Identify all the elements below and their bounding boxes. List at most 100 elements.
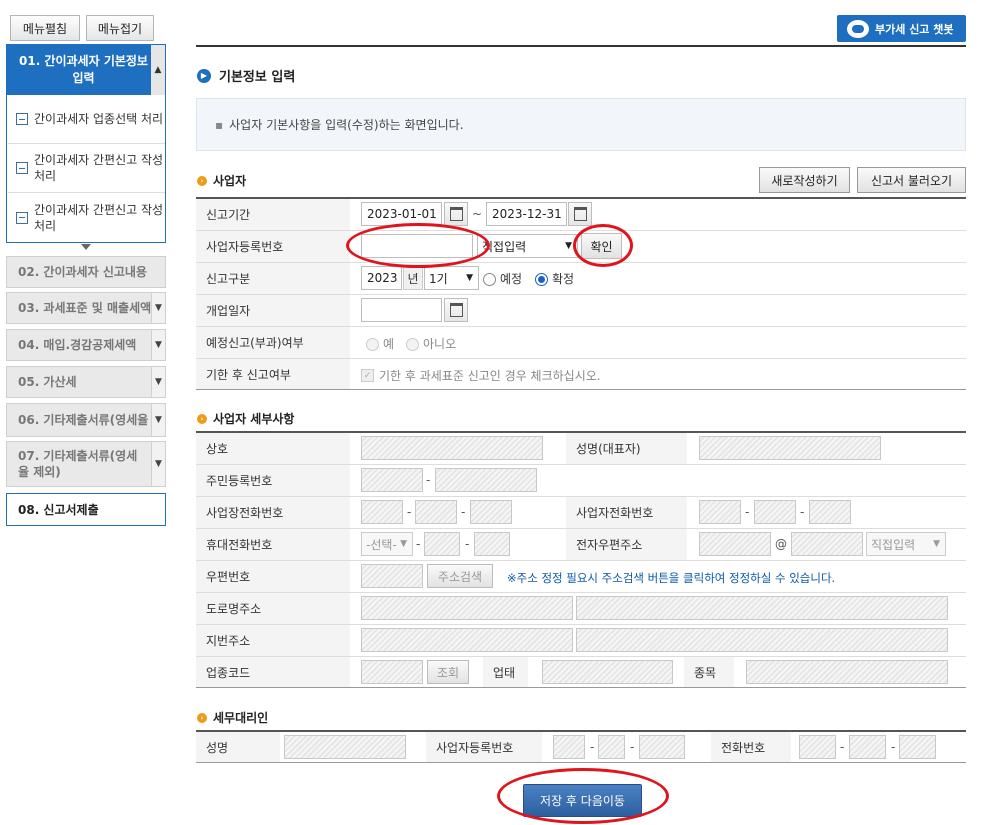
sidebar-subitem-3[interactable]: 간이과세자 간편신고 작성 처리	[8, 193, 165, 242]
sidebar-subitem-2[interactable]: 간이과세자 간편신고 작성 처리	[8, 144, 165, 193]
trade-name-input	[361, 436, 543, 460]
chevron-down-icon[interactable]: ▼	[151, 367, 165, 397]
sidebar-item-label: 04. 매입.경감공제세액	[18, 338, 137, 352]
label-trade-name: 상호	[196, 433, 350, 464]
label-industry-code: 업종코드	[196, 657, 350, 687]
agent-phone-2	[849, 735, 886, 759]
chevron-down-icon[interactable]: ▼	[151, 442, 165, 486]
minus-icon	[16, 113, 28, 125]
sidebar-item-label: 05. 가산세	[18, 375, 77, 389]
agent-regno-3	[639, 735, 685, 759]
chevron-down-icon: ▼	[933, 539, 940, 549]
rrn-front-input	[361, 468, 423, 492]
dash: -	[461, 505, 466, 519]
mobile-2	[424, 532, 460, 556]
zip-input	[361, 564, 423, 588]
label-period: 신고기간	[196, 199, 350, 230]
dash: -	[800, 505, 805, 519]
radio-no: 아니오	[406, 335, 456, 352]
dash: -	[416, 537, 421, 551]
radio-final[interactable]: 확정	[535, 270, 574, 287]
section-bullet-icon: ›	[197, 712, 207, 723]
row-rrn: 주민등록번호	[196, 465, 966, 497]
dash: -	[590, 740, 595, 754]
calendar-icon[interactable]	[568, 202, 592, 226]
period-end-input[interactable]: 2023-12-31	[486, 202, 567, 226]
period-tilde: ~	[472, 207, 483, 221]
biz-phone-2	[415, 500, 457, 524]
chatbot-button[interactable]: 부가세 신고 챗봇	[837, 15, 966, 42]
label-zip: 우편번호	[196, 561, 350, 592]
mobile-carrier-select: -선택- ▼	[361, 532, 413, 556]
term-select[interactable]: 1기 ▼	[424, 266, 479, 290]
email-at: @	[775, 537, 787, 551]
label-report-type: 신고구분	[196, 263, 350, 294]
calendar-icon[interactable]	[444, 298, 468, 322]
sidebar-item-06[interactable]: 06. 기타제출서류(영세율 ▼	[6, 403, 166, 437]
notice-box: ▪ 사업자 기본사항을 입력(수정)하는 화면입니다.	[196, 98, 966, 151]
sidebar-subitem-1[interactable]: 간이과세자 업종선택 처리	[8, 95, 165, 144]
radio-prelim[interactable]: 예정	[483, 270, 522, 287]
business-type-input	[542, 660, 673, 684]
label-item: 종목	[684, 657, 734, 687]
label-business-type: 업태	[483, 657, 528, 687]
sidebar-item-01[interactable]: 01. 간이과세자 기본정보입력 ▲	[7, 45, 165, 95]
label-late: 기한 후 신고여부	[196, 359, 350, 389]
radio-icon[interactable]	[483, 273, 496, 286]
notice-text: 사업자 기본사항을 입력(수정)하는 화면입니다.	[229, 118, 464, 132]
label-email: 전자우편주소	[566, 529, 687, 560]
menu-collapse-button[interactable]: 메뉴접기	[86, 15, 154, 41]
agent-phone-3	[899, 735, 936, 759]
late-checkbox-label: 기한 후 과세표준 신고인 경우 체크하십시오.	[379, 369, 601, 383]
label-rrn: 주민등록번호	[196, 465, 350, 496]
row-prelim: 예정신고(부과)여부	[196, 327, 966, 359]
sidebar-item-05[interactable]: 05. 가산세 ▼	[6, 366, 166, 398]
calendar-icon[interactable]	[444, 202, 468, 226]
chevron-down-icon: ▼	[466, 273, 473, 283]
chevron-down-icon: ▼	[565, 241, 572, 251]
load-return-button[interactable]: 신고서 불러오기	[857, 167, 966, 193]
label-agent-name: 성명	[196, 732, 280, 762]
sidebar-item-02[interactable]: 02. 간이과세자 신고내용	[6, 256, 166, 288]
radio-icon[interactable]	[535, 273, 548, 286]
sidebar-item-07[interactable]: 07. 기타제출서류(영세율 제외) ▼	[6, 441, 166, 487]
section-business-title: › 사업자	[197, 172, 246, 189]
email-domain-select: 직접입력 ▼	[866, 532, 946, 556]
dash: -	[840, 740, 845, 754]
mobile-3	[474, 532, 510, 556]
agent-phone-1	[799, 735, 836, 759]
sidebar-item-08[interactable]: 08. 신고서제출	[6, 493, 166, 526]
chevron-down-icon[interactable]: ▼	[151, 404, 165, 436]
sidebar-item-label: 02. 간이과세자 신고내용	[18, 265, 147, 279]
road-addr-2	[576, 596, 948, 620]
chevron-down-icon: ▼	[400, 539, 407, 549]
chevron-down-icon[interactable]: ▼	[151, 330, 165, 360]
year-input[interactable]: 2023	[361, 266, 402, 290]
sidebar-item-04[interactable]: 04. 매입.경감공제세액 ▼	[6, 329, 166, 361]
radio-yes: 예	[366, 335, 394, 352]
new-write-button[interactable]: 새로작성하기	[759, 167, 850, 193]
radio-final-label: 확정	[552, 272, 575, 286]
sidebar-item-01-label: 01. 간이과세자 기본정보입력	[19, 54, 148, 85]
chatbot-icon	[847, 19, 869, 38]
industry-code-input	[361, 660, 423, 684]
chevron-down-icon[interactable]: ▼	[151, 293, 165, 323]
regno-select[interactable]: 직접입력 ▼	[477, 234, 578, 258]
dash: -	[891, 740, 896, 754]
menu-expand-button[interactable]: 메뉴펼침	[10, 15, 80, 41]
label-owner-phone: 사업자전화번호	[566, 497, 687, 528]
section-agent-title: › 세무대리인	[197, 709, 268, 726]
sidebar-item-03[interactable]: 03. 과세표준 및 매출세액 ▼	[6, 292, 166, 324]
row-report-type: 신고구분	[196, 263, 966, 295]
dash: -	[426, 473, 431, 487]
open-date-input[interactable]	[361, 298, 442, 322]
chevron-up-icon[interactable]: ▲	[151, 45, 165, 95]
caret-down-icon	[81, 244, 91, 250]
highlight-ring-regno	[346, 223, 490, 268]
label-prelim: 예정신고(부과)여부	[196, 327, 350, 358]
zip-note: ※주소 정정 필요시 주소검색 버튼을 클릭하여 정정하실 수 있습니다.	[507, 571, 836, 585]
sidebar-subitem-label: 간이과세자 간편신고 작성 처리	[34, 202, 164, 233]
rrn-back-input	[435, 468, 537, 492]
radio-icon	[366, 338, 379, 351]
section-bullet-icon: ›	[197, 175, 207, 186]
